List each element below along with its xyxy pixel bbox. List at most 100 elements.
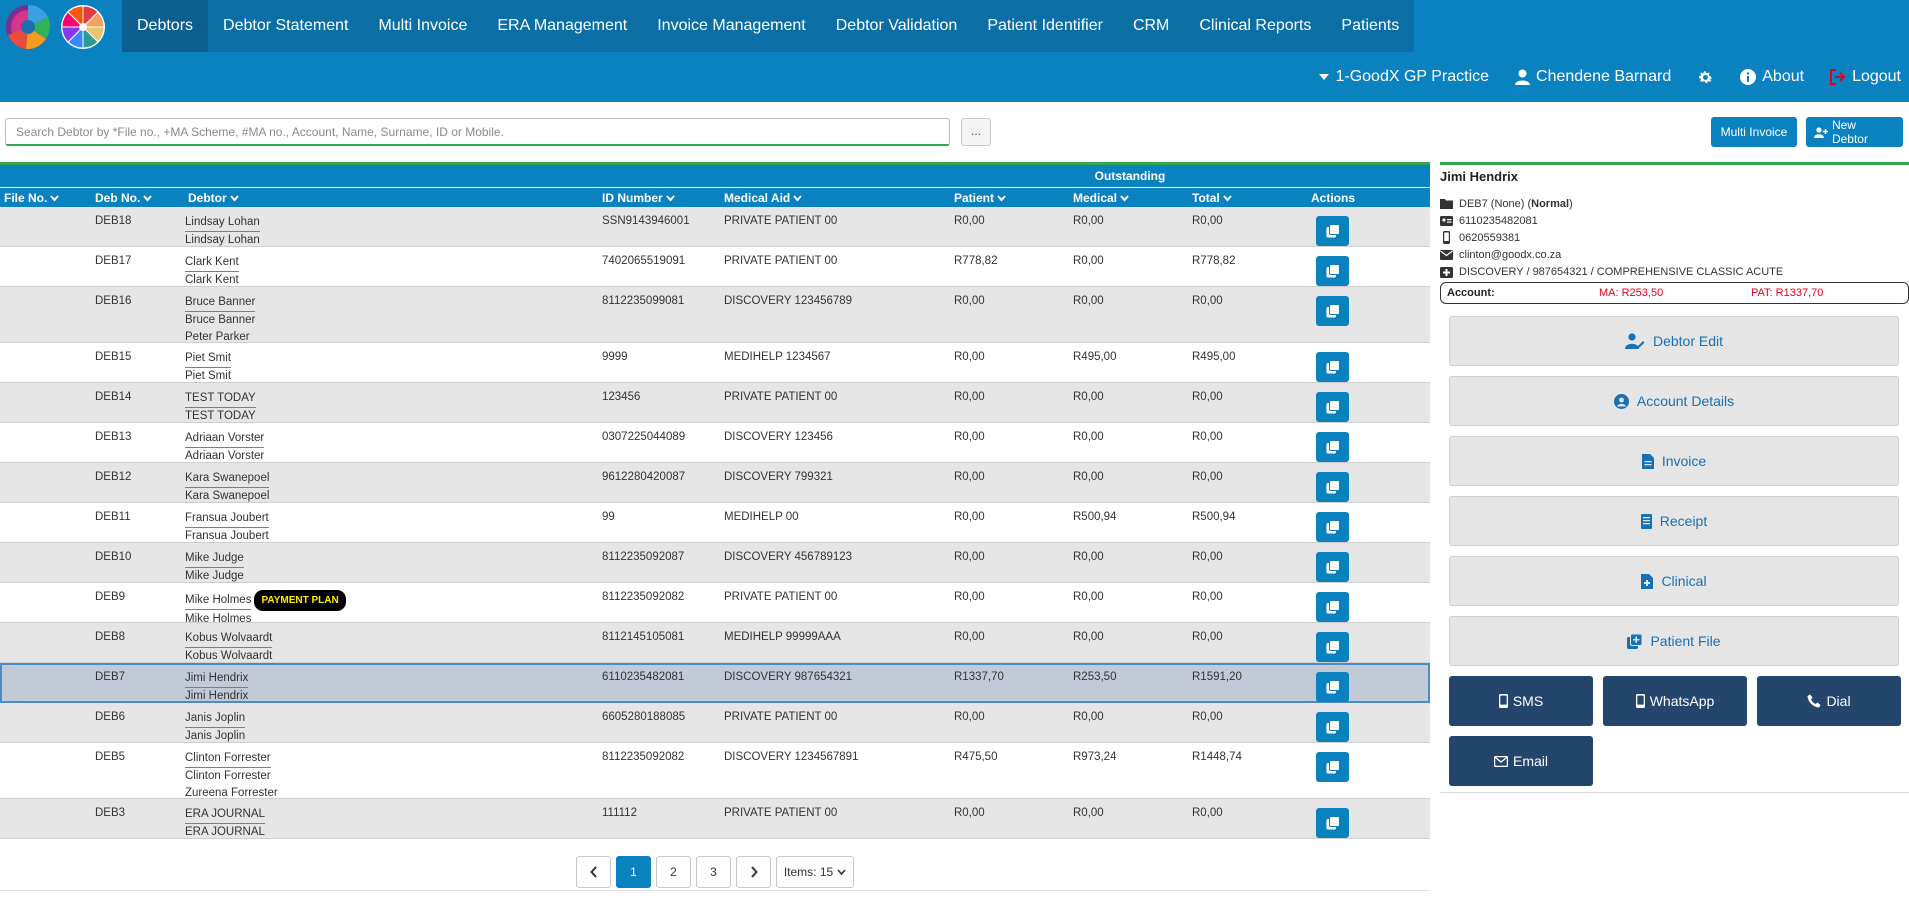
table-row[interactable]: DEB3 ERA JOURNAL ERA JOURNAL 111112 PRIVATE … [0,799,1430,839]
debtor-cell: Adriaan Vorster Adriaan Vorster [185,430,265,465]
row-action-button[interactable] [1316,632,1349,662]
debtor-name-link[interactable]: Bruce Banner [185,294,256,312]
patient-file-button[interactable]: Patient File [1449,616,1899,666]
debtor-cell: Kobus Wolvaardt Kobus Wolvaardt [185,630,273,665]
nav-debtor-statement[interactable]: Debtor Statement [208,0,363,52]
debtor-name-link[interactable]: Lindsay Lohan [185,214,260,232]
debtor-name-link[interactable]: Kara Swanepoel [185,470,270,488]
row-action-button[interactable] [1316,432,1349,462]
nav-patient-identifier[interactable]: Patient Identifier [972,0,1118,52]
debtor-name-link[interactable]: Adriaan Vorster [185,430,265,448]
col-medical-aid[interactable]: Medical Aid [724,191,802,205]
user-profile[interactable]: Chendene Barnard [1515,68,1671,86]
nav-debtor-validation[interactable]: Debtor Validation [821,0,973,52]
next-page-button[interactable] [736,856,771,888]
table-row[interactable]: DEB6 Janis Joplin Janis Joplin 660528018808… [0,703,1430,743]
debtor-name-link[interactable]: ERA JOURNAL [185,806,265,824]
debtor-name-link[interactable]: Kobus Wolvaardt [185,630,273,648]
table-row[interactable]: DEB18 Lindsay Lohan Lindsay Lohan SSN914394… [0,207,1430,247]
row-action-button[interactable] [1316,256,1349,286]
debtor-name-link[interactable]: Mike Judge [185,550,244,568]
page-1-button[interactable]: 1 [616,856,651,888]
debtor-name-link[interactable]: Jimi Hendrix [185,670,249,688]
row-action-button[interactable] [1316,296,1349,326]
id-number-cell: 6605280188085 [602,711,686,723]
medical-aid-cell: DISCOVERY 123456789 [724,295,853,307]
col-medical[interactable]: Medical [1073,191,1129,205]
debtor-edit-button[interactable]: Debtor Edit [1449,316,1899,366]
account-details-button[interactable]: Account Details [1449,376,1899,426]
col-id-number[interactable]: ID Number [602,191,675,205]
nav-multi-invoice[interactable]: Multi Invoice [363,0,482,52]
page-3-button[interactable]: 3 [696,856,731,888]
nav-debtors[interactable]: Debtors [122,0,209,52]
col-total[interactable]: Total [1192,191,1232,205]
whatsapp-button[interactable]: WhatsApp [1603,676,1747,726]
debtor-name-link[interactable]: Clinton Forrester [185,750,271,768]
row-action-button[interactable] [1316,216,1349,246]
row-action-button[interactable] [1316,752,1349,782]
user-edit-icon [1624,333,1645,349]
id-number-cell: 8112145105081 [602,631,685,643]
clinical-button[interactable]: Clinical [1449,556,1899,606]
id-number-cell: 9612280420087 [602,471,686,483]
items-per-page-select[interactable]: Items: 15 [776,856,854,888]
page-2-button[interactable]: 2 [656,856,691,888]
debtor-name-link[interactable]: Fransua Joubert [185,510,269,528]
nav-crm[interactable]: CRM [1118,0,1184,52]
row-action-button[interactable] [1316,352,1349,382]
table-row[interactable]: DEB16 Bruce Banner Bruce Banner Peter Parke… [0,287,1430,343]
deb-no-cell: DEB18 [95,215,132,227]
table-row[interactable]: DEB13 Adriaan Vorster Adriaan Vorster 03072… [0,423,1430,463]
col-deb-no[interactable]: Deb No. [95,191,153,205]
prev-page-button[interactable] [576,856,611,888]
table-row[interactable]: DEB17 Clark Kent Clark Kent 7402065519091 PR… [0,247,1430,287]
advanced-search-button[interactable]: ... [961,118,991,146]
row-action-button[interactable] [1316,592,1349,622]
table-row[interactable]: DEB14 TEST TODAY TEST TODAY 123456 PRIVATE P… [0,383,1430,423]
table-row[interactable]: DEB10 Mike Judge Mike Judge 8112235092087 DI… [0,543,1430,583]
debtor-name-link[interactable]: Clark Kent [185,254,239,272]
table-row[interactable]: DEB9 Mike Holmes PAYMENT PLAN Mike Holmes 81… [0,583,1430,625]
debtor-name-link[interactable]: Janis Joplin [185,710,246,728]
practice-selector[interactable]: 1-GoodX GP Practice [1319,68,1489,86]
nav-patients[interactable]: Patients [1326,0,1414,52]
multi-invoice-button[interactable]: Multi Invoice [1711,117,1797,147]
row-action-button[interactable] [1316,512,1349,542]
table-row[interactable]: DEB8 Kobus Wolvaardt Kobus Wolvaardt 811214… [0,623,1430,663]
table-row[interactable]: DEB11 Fransua Joubert Fransua Joubert 99 MED… [0,503,1430,543]
info-icon [1740,69,1757,85]
row-action-button[interactable] [1316,712,1349,742]
debtor-search-input[interactable] [5,118,950,146]
debtor-name-link[interactable]: Piet Smit [185,350,232,368]
row-action-button[interactable] [1316,672,1349,702]
col-file-no[interactable]: File No. [4,191,60,205]
table-row[interactable]: DEB5 Clinton Forrester Clinton Forrester Zu… [0,743,1430,799]
col-patient[interactable]: Patient [954,191,1006,205]
receipt-button[interactable]: Receipt [1449,496,1899,546]
sms-button[interactable]: SMS [1449,676,1593,726]
nav-invoice-management[interactable]: Invoice Management [642,0,821,52]
nav-era-management[interactable]: ERA Management [482,0,642,52]
debtor-cell: Clinton Forrester Clinton Forrester Zureen… [185,750,278,802]
debtor-name-link[interactable]: Mike Holmes [185,592,252,610]
new-debtor-button[interactable]: New Debtor [1806,117,1903,147]
table-row[interactable]: DEB7 Jimi Hendrix Jimi Hendrix 611023548208… [0,663,1430,703]
nav-clinical-reports[interactable]: Clinical Reports [1184,0,1326,52]
col-debtor[interactable]: Debtor [188,191,239,205]
about-link[interactable]: About [1740,68,1804,86]
table-row[interactable]: DEB12 Kara Swanepoel Kara Swanepoel 9612280… [0,463,1430,503]
logout-link[interactable]: Logout [1830,68,1901,86]
row-action-button[interactable] [1316,392,1349,422]
row-action-button[interactable] [1316,472,1349,502]
app-logo-icon[interactable] [4,3,108,51]
settings-button[interactable] [1697,69,1714,86]
dial-button[interactable]: Dial [1757,676,1901,726]
debtor-name-link[interactable]: TEST TODAY [185,390,256,408]
table-row[interactable]: DEB15 Piet Smit Piet Smit 9999 MEDIHELP 1234… [0,343,1430,383]
invoice-button[interactable]: Invoice [1449,436,1899,486]
row-action-button[interactable] [1316,808,1349,838]
total-balance-cell: R0,00 [1192,807,1223,819]
email-button[interactable]: Email [1449,736,1593,786]
row-action-button[interactable] [1316,552,1349,582]
